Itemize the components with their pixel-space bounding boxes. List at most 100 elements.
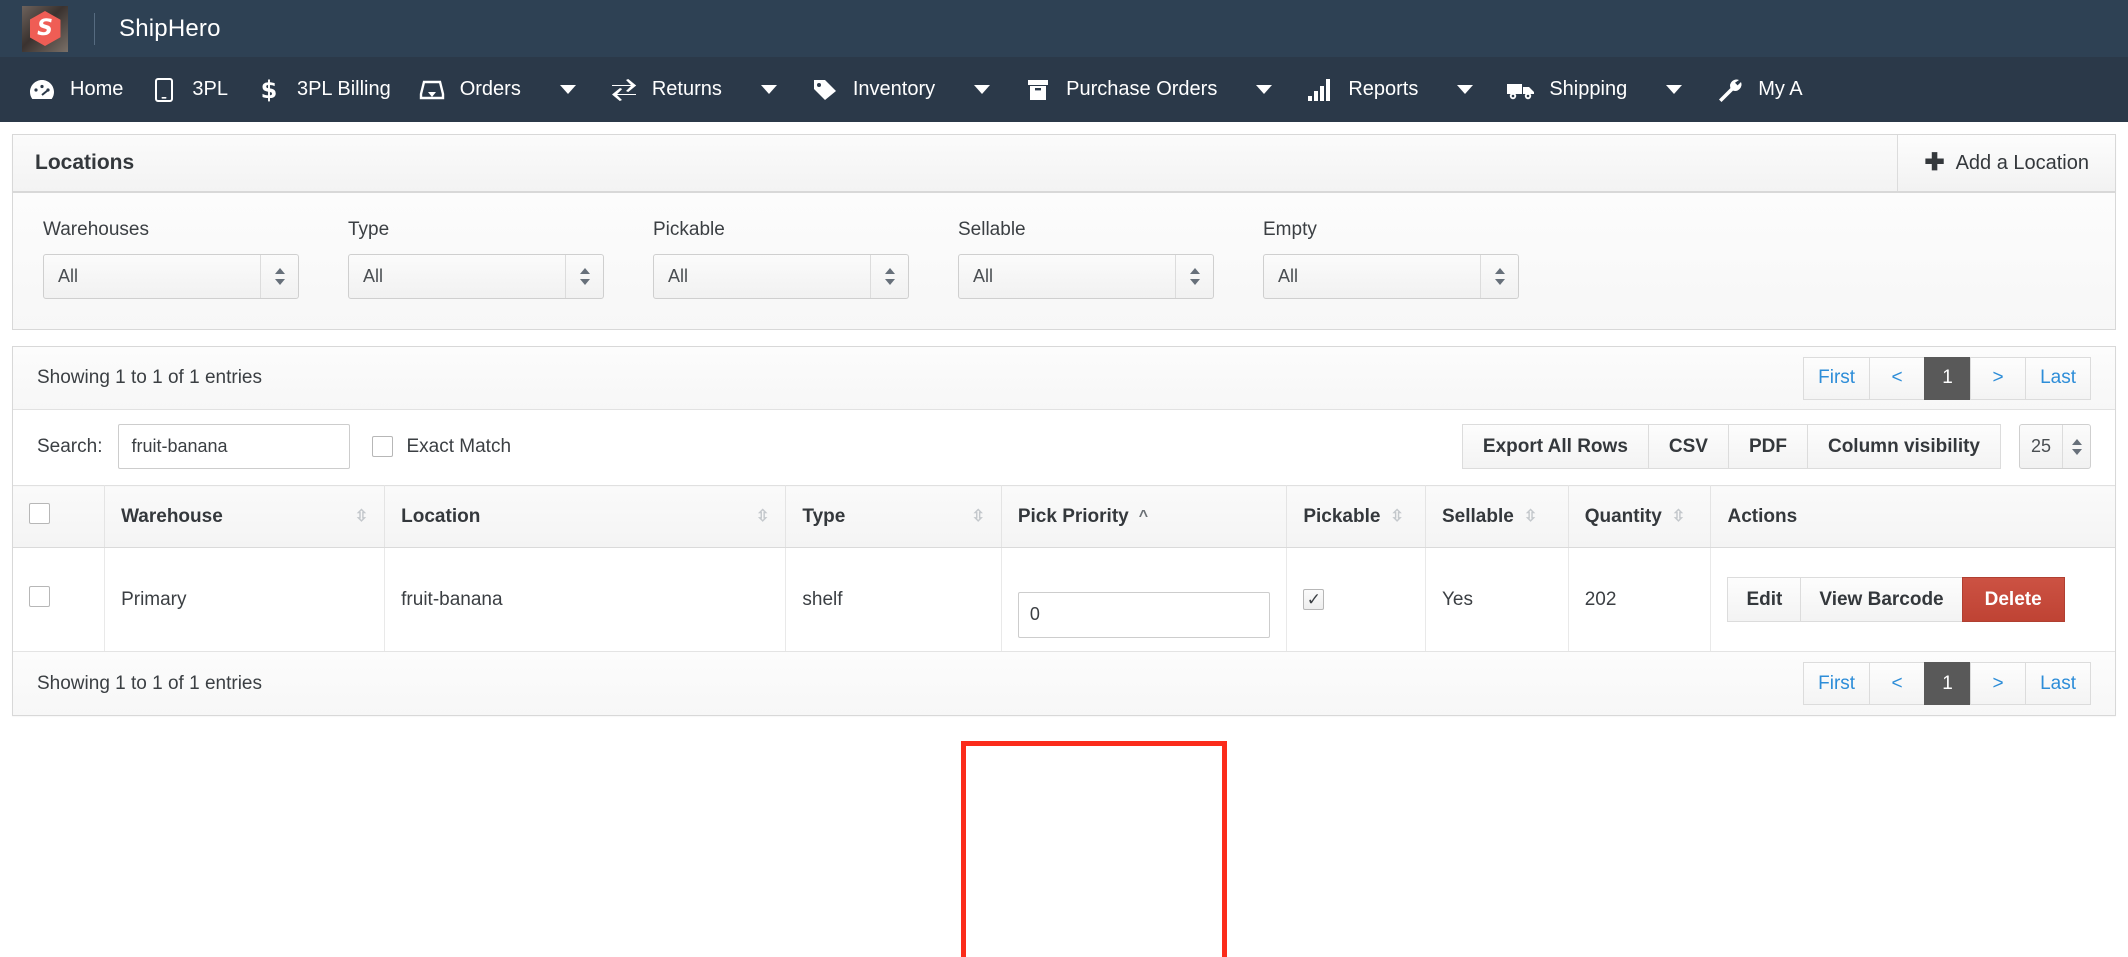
inbox-icon [417, 77, 447, 103]
nav-label-inventory: Inventory [852, 78, 936, 100]
cell-pickable: ✓ [1286, 547, 1426, 652]
export-button-group: Export All Rows CSV PDF Column visibilit… [1461, 424, 2001, 469]
nav-item-shipping[interactable]: Shipping [1493, 57, 1640, 122]
pick-priority-input[interactable] [1017, 591, 1271, 638]
chevron-down-icon-reports[interactable] [1457, 85, 1474, 94]
chevron-down-icon-inventory[interactable] [974, 85, 991, 94]
chevron-down-icon-shipping[interactable] [1666, 85, 1683, 94]
nav-item-home[interactable]: Home [14, 57, 136, 122]
select-spinner-icon[interactable] [565, 255, 603, 298]
cell-location: fruit-banana [384, 547, 787, 652]
sort-both-icon: ⇳ [1390, 507, 1404, 525]
pagination-first-bottom[interactable]: First [1803, 662, 1870, 705]
select-spinner-icon[interactable] [1480, 255, 1518, 298]
select-spinner-icon[interactable] [870, 255, 908, 298]
nav-label-returns: Returns [651, 78, 722, 100]
page-length-value: 25 [2031, 436, 2052, 456]
chevron-down-icon-purchase-orders[interactable] [1256, 85, 1273, 94]
nav-label-my-account: My A [1758, 78, 1803, 100]
filter-label-type: Type [348, 219, 390, 240]
table-bottom-bar: Showing 1 to 1 of 1 entries First < 1 > … [13, 652, 2115, 715]
select-all-checkbox[interactable] [29, 503, 50, 524]
warehouses-select[interactable]: All [43, 254, 299, 299]
nav-item-orders[interactable]: Orders [404, 57, 534, 122]
filter-label-pickable: Pickable [653, 219, 725, 240]
shiphero-logo[interactable]: S [22, 5, 68, 52]
nav-item-returns[interactable]: Returns [596, 57, 735, 122]
export-pdf-button[interactable]: PDF [1727, 424, 1807, 469]
pagination-prev-top[interactable]: < [1869, 356, 1925, 400]
pagination-first-top[interactable]: First [1803, 356, 1870, 400]
empty-select[interactable]: All [1263, 254, 1519, 299]
table-top-bar: Showing 1 to 1 of 1 entries First < 1 > … [13, 347, 2115, 410]
nav-item-3pl-billing[interactable]: $ 3PL Billing [241, 57, 404, 122]
export-area: Export All Rows CSV PDF Column visibilit… [1461, 424, 2091, 469]
sort-both-icon: ⇳ [756, 507, 770, 525]
exact-match-checkbox[interactable] [372, 436, 394, 457]
select-spinner-icon[interactable] [260, 255, 298, 298]
add-location-button[interactable]: ✚ Add a Location [1897, 135, 2115, 191]
pickable-select[interactable]: All [653, 254, 909, 299]
sellable-select[interactable]: All [958, 254, 1214, 299]
column-visibility-button[interactable]: Column visibility [1806, 424, 2001, 469]
view-barcode-button[interactable]: View Barcode [1800, 577, 1962, 622]
column-label-quantity: Quantity [1584, 505, 1662, 527]
type-select[interactable]: All [348, 254, 604, 299]
exact-match-label: Exact Match [406, 435, 512, 457]
edit-button[interactable]: Edit [1727, 577, 1801, 622]
column-header-warehouse[interactable]: Warehouse ⇳ [104, 485, 386, 548]
pagination-top: First < 1 > Last [1803, 356, 2091, 400]
nav-item-my-account[interactable]: My A [1702, 57, 1815, 122]
search-input[interactable] [118, 424, 351, 469]
filter-pickable: Pickable All [653, 219, 909, 299]
table-header-row: Warehouse ⇳ Location ⇳ Type ⇳ Pick Prior… [13, 485, 2115, 548]
entries-info-bottom: Showing 1 to 1 of 1 entries [37, 672, 262, 694]
exchange-icon [609, 77, 639, 103]
column-header-type[interactable]: Type ⇳ [785, 485, 1002, 548]
export-csv-button[interactable]: CSV [1647, 424, 1728, 469]
pickable-checkbox[interactable]: ✓ [1303, 589, 1325, 610]
row-select-checkbox[interactable] [29, 586, 50, 607]
nav-item-inventory[interactable]: Inventory [797, 57, 948, 122]
locations-panel: Locations ✚ Add a Location [12, 134, 2116, 193]
locations-table-card: Showing 1 to 1 of 1 entries First < 1 > … [12, 346, 2116, 716]
column-header-location[interactable]: Location ⇳ [384, 485, 787, 548]
tablet-icon [149, 77, 179, 103]
cell-pick-priority [1001, 547, 1288, 652]
locations-table: Warehouse ⇳ Location ⇳ Type ⇳ Pick Prior… [13, 485, 2115, 652]
pagination-next-top[interactable]: > [1970, 356, 2026, 400]
pagination-last-bottom[interactable]: Last [2025, 662, 2091, 705]
nav-label-reports: Reports [1348, 78, 1419, 100]
column-header-actions: Actions [1710, 485, 2115, 548]
column-header-quantity[interactable]: Quantity ⇳ [1568, 485, 1712, 548]
pagination-next-bottom[interactable]: > [1970, 662, 2026, 705]
column-header-sellable[interactable]: Sellable ⇳ [1425, 485, 1569, 548]
nav-item-3pl[interactable]: 3PL [136, 57, 241, 122]
bar-chart-icon [1305, 77, 1335, 103]
row-actions: Edit View Barcode Delete [1727, 577, 2099, 622]
empty-select-value: All [1278, 266, 1299, 286]
column-header-pick-priority[interactable]: Pick Priority ^ [1001, 485, 1288, 548]
pagination-page-1-top[interactable]: 1 [1924, 356, 1971, 400]
export-all-rows-button[interactable]: Export All Rows [1461, 424, 1648, 469]
pagination-page-1-bottom[interactable]: 1 [1924, 662, 1971, 705]
column-header-pickable[interactable]: Pickable ⇳ [1286, 485, 1426, 548]
sort-both-icon: ⇳ [1671, 507, 1686, 525]
brand-title: ShipHero [119, 14, 221, 42]
nav-label-home: Home [70, 78, 124, 100]
page-length-select[interactable]: 25 [2019, 424, 2091, 469]
select-spinner-icon[interactable] [2062, 425, 2090, 468]
pagination-last-top[interactable]: Last [2025, 356, 2091, 400]
nav-item-purchase-orders[interactable]: Purchase Orders [1010, 57, 1230, 122]
select-spinner-icon[interactable] [1175, 255, 1213, 298]
chevron-down-icon-returns[interactable] [760, 85, 777, 94]
brand-bar: S ShipHero [0, 0, 2128, 57]
delete-button[interactable]: Delete [1961, 577, 2065, 622]
filters-panel: Warehouses All Type All Pickable All Sel… [12, 193, 2116, 330]
chevron-down-icon-orders[interactable] [559, 85, 576, 94]
nav-item-reports[interactable]: Reports [1292, 57, 1431, 122]
pagination-prev-bottom[interactable]: < [1869, 662, 1925, 705]
filter-label-empty: Empty [1263, 219, 1317, 240]
cell-actions: Edit View Barcode Delete [1710, 547, 2115, 652]
box-icon [1023, 77, 1053, 103]
